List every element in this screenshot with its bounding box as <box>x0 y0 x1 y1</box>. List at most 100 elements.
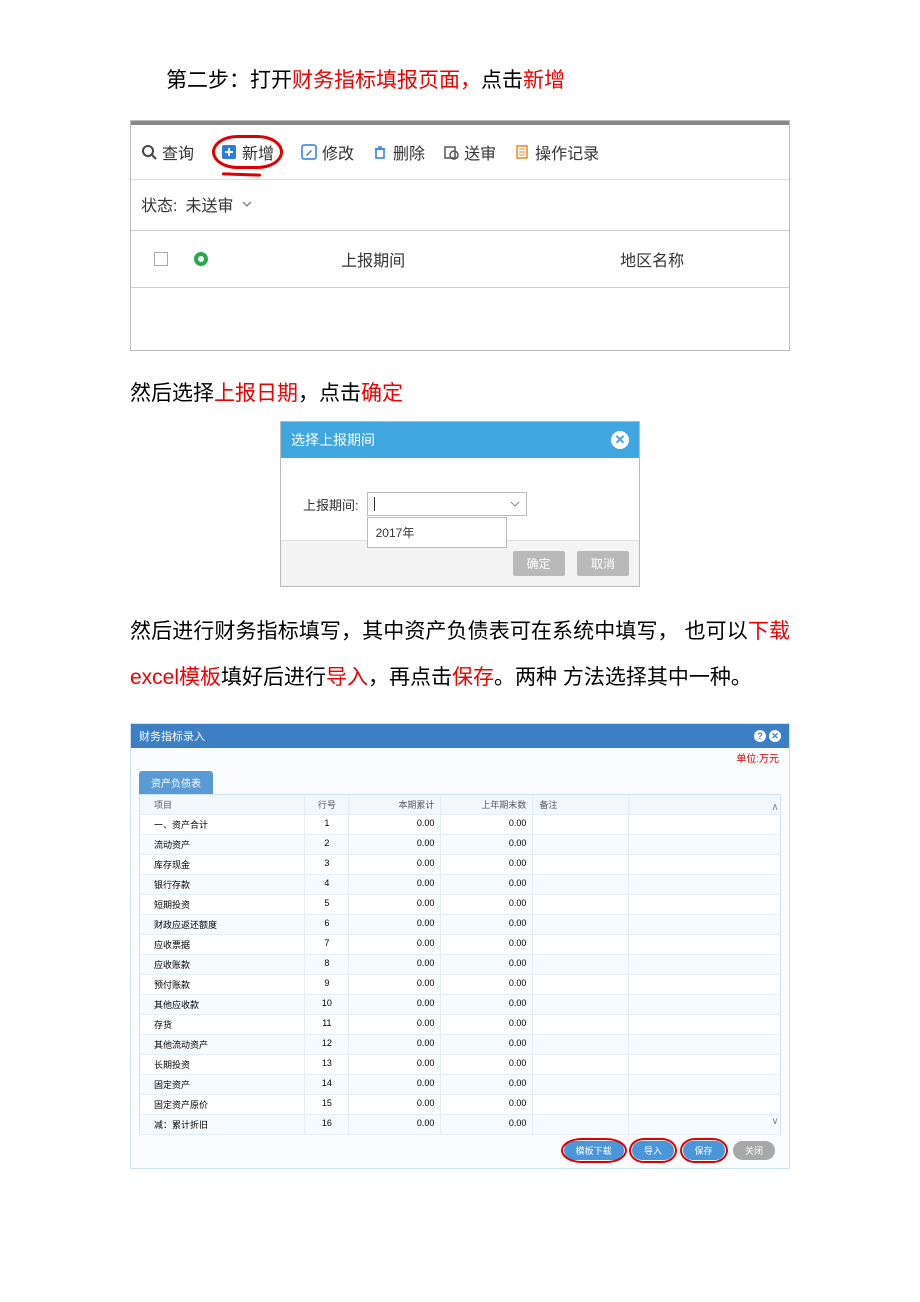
edit-button[interactable]: 修改 <box>301 140 354 164</box>
cell-prev[interactable]: 0.00 <box>441 815 533 834</box>
cell-prev[interactable]: 0.00 <box>441 895 533 914</box>
period-option[interactable]: 2017年 <box>367 517 507 548</box>
scroll-down-icon[interactable]: ∨ <box>770 1116 780 1126</box>
grid-header-row: 项目 行号 本期累计 上年期末数 备注 <box>140 795 780 815</box>
cell-prev[interactable]: 0.00 <box>441 855 533 874</box>
import-button[interactable]: 导入 <box>632 1141 674 1160</box>
cancel-button[interactable]: 取消 <box>577 551 629 576</box>
cell-current[interactable]: 0.00 <box>349 855 441 874</box>
cell-prev[interactable]: 0.00 <box>441 875 533 894</box>
scroll-up-icon[interactable]: ∧ <box>770 802 780 812</box>
cell-prev[interactable]: 0.00 <box>441 1035 533 1054</box>
cell-prev[interactable]: 0.00 <box>441 1075 533 1094</box>
cell-prev[interactable]: 0.00 <box>441 1015 533 1034</box>
cell-prev[interactable]: 0.00 <box>441 935 533 954</box>
cell-prev[interactable]: 0.00 <box>441 975 533 994</box>
highlight: 保存 <box>452 666 494 689</box>
cell-name: 减：累计折旧 <box>140 1115 305 1134</box>
status-dropdown[interactable]: 未送审 <box>185 192 253 216</box>
table-row[interactable]: 流动资产20.000.00 <box>140 835 780 855</box>
cell-note[interactable] <box>533 915 629 934</box>
table-row[interactable]: 库存现金30.000.00 <box>140 855 780 875</box>
cell-name: 银行存款 <box>140 875 305 894</box>
cell-note[interactable] <box>533 855 629 874</box>
tab-balance-sheet[interactable]: 资产负债表 <box>139 771 213 794</box>
table-row[interactable]: 其他流动资产120.000.00 <box>140 1035 780 1055</box>
submit-button[interactable]: 送审 <box>443 140 496 164</box>
cell-note[interactable] <box>533 1115 629 1134</box>
add-button[interactable]: 新增 <box>212 135 283 169</box>
save-button[interactable]: 保存 <box>683 1141 725 1160</box>
table-row[interactable]: 一、资产合计10.000.00 <box>140 815 780 835</box>
table-row[interactable]: 短期投资50.000.00 <box>140 895 780 915</box>
period-input[interactable]: 2017年 <box>367 492 527 516</box>
table-row[interactable]: 其他应收款100.000.00 <box>140 995 780 1015</box>
delete-button[interactable]: 删除 <box>372 140 425 164</box>
cell-current[interactable]: 0.00 <box>349 1055 441 1074</box>
cell-note[interactable] <box>533 895 629 914</box>
cell-current[interactable]: 0.00 <box>349 995 441 1014</box>
table-row[interactable]: 应收账款80.000.00 <box>140 955 780 975</box>
close-icon[interactable]: ✕ <box>611 431 629 449</box>
table-row[interactable]: 固定资产140.000.00 <box>140 1075 780 1095</box>
cell-current[interactable]: 0.00 <box>349 895 441 914</box>
cell-current[interactable]: 0.00 <box>349 975 441 994</box>
download-template-button[interactable]: 模板下载 <box>564 1141 624 1160</box>
table-row[interactable]: 预付账款90.000.00 <box>140 975 780 995</box>
cell-current[interactable]: 0.00 <box>349 955 441 974</box>
close-icon[interactable]: ✕ <box>769 730 781 742</box>
cell-current[interactable]: 0.00 <box>349 1075 441 1094</box>
cell-name: 应收账款 <box>140 955 305 974</box>
cell-current[interactable]: 0.00 <box>349 915 441 934</box>
cell-prev[interactable]: 0.00 <box>441 835 533 854</box>
cell-current[interactable]: 0.00 <box>349 935 441 954</box>
cell-prev[interactable]: 0.00 <box>441 1055 533 1074</box>
table-row[interactable]: 减：累计折旧160.000.00 <box>140 1115 780 1135</box>
cell-prev[interactable]: 0.00 <box>441 915 533 934</box>
cell-current[interactable]: 0.00 <box>349 1015 441 1034</box>
cell-current[interactable]: 0.00 <box>349 815 441 834</box>
table-row[interactable]: 银行存款40.000.00 <box>140 875 780 895</box>
cell-prev[interactable]: 0.00 <box>441 955 533 974</box>
cell-idx: 13 <box>305 1055 349 1074</box>
cell-note[interactable] <box>533 875 629 894</box>
cell-note[interactable] <box>533 835 629 854</box>
highlight: 导入 <box>326 666 368 689</box>
cell-current[interactable]: 0.00 <box>349 835 441 854</box>
log-button[interactable]: 操作记录 <box>514 140 599 164</box>
cell-idx: 8 <box>305 955 349 974</box>
ok-button[interactable]: 确定 <box>513 551 565 576</box>
grid-header: 上报期间 地区名称 <box>131 230 789 288</box>
text: 点击 <box>481 69 523 92</box>
select-all-checkbox[interactable] <box>154 252 168 266</box>
table-row[interactable]: 固定资产原价150.000.00 <box>140 1095 780 1115</box>
close-button[interactable]: 关闭 <box>733 1141 775 1160</box>
cell-note[interactable] <box>533 1095 629 1114</box>
window-footer: 模板下载 导入 保存 关闭 <box>131 1135 789 1162</box>
region-col: 地区名称 <box>525 247 779 271</box>
cell-current[interactable]: 0.00 <box>349 1095 441 1114</box>
cell-note[interactable] <box>533 955 629 974</box>
cell-idx: 4 <box>305 875 349 894</box>
cell-note[interactable] <box>533 1055 629 1074</box>
table-row[interactable]: 存货110.000.00 <box>140 1015 780 1035</box>
cell-note[interactable] <box>533 1075 629 1094</box>
help-icon[interactable]: ? <box>754 730 766 742</box>
cell-prev[interactable]: 0.00 <box>441 995 533 1014</box>
cell-current[interactable]: 0.00 <box>349 1035 441 1054</box>
cell-note[interactable] <box>533 995 629 1014</box>
cell-prev[interactable]: 0.00 <box>441 1095 533 1114</box>
cell-note[interactable] <box>533 815 629 834</box>
cell-note[interactable] <box>533 975 629 994</box>
table-row[interactable]: 应收票据70.000.00 <box>140 935 780 955</box>
query-button[interactable]: 查询 <box>141 140 194 164</box>
cell-note[interactable] <box>533 1035 629 1054</box>
cell-current[interactable]: 0.00 <box>349 875 441 894</box>
table-row[interactable]: 长期投资130.000.00 <box>140 1055 780 1075</box>
table-row[interactable]: 财政应返还额度60.000.00 <box>140 915 780 935</box>
cell-note[interactable] <box>533 935 629 954</box>
window-title-bar: 财务指标录入 ? ✕ <box>131 724 789 748</box>
cell-note[interactable] <box>533 1015 629 1034</box>
cell-prev[interactable]: 0.00 <box>441 1115 533 1134</box>
cell-current[interactable]: 0.00 <box>349 1115 441 1134</box>
